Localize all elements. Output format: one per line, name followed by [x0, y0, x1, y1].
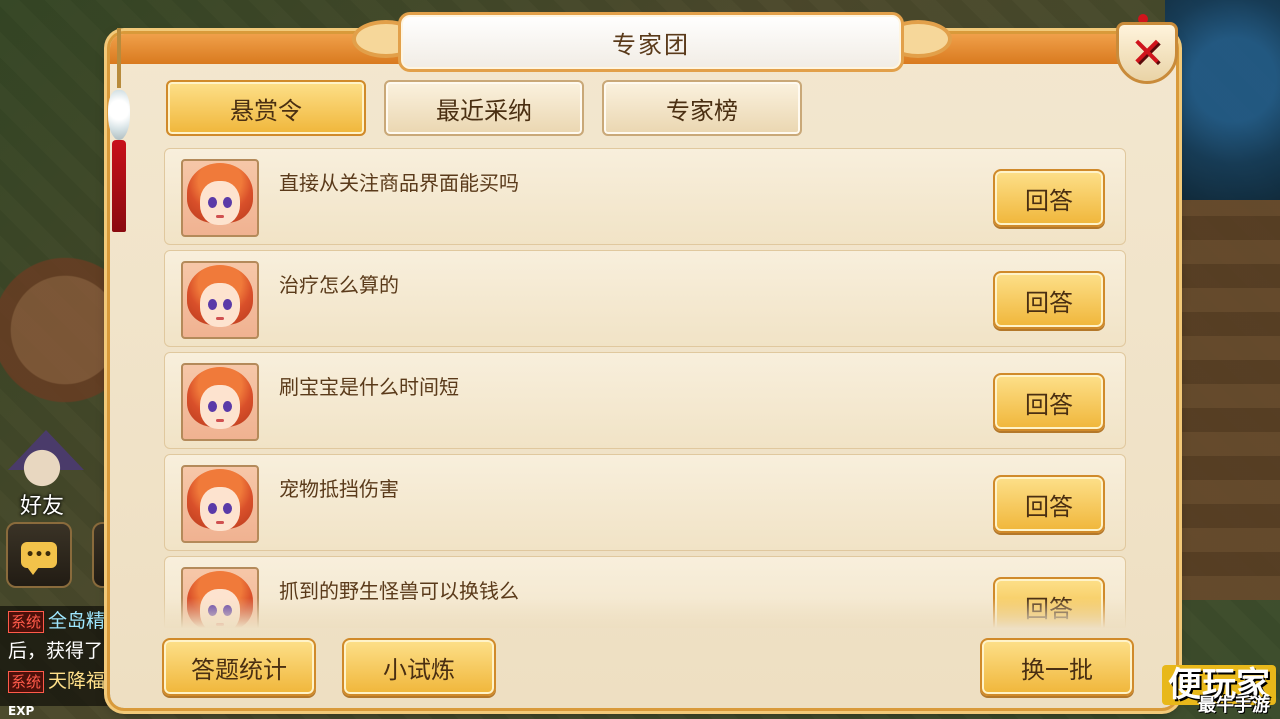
chat-message: 后，获得了 — [8, 640, 104, 662]
jade-pendant-icon — [108, 90, 130, 140]
chat-line: 后，获得了 — [0, 636, 128, 666]
question-row: 刷宝宝是什么时间短 回答 — [164, 352, 1126, 449]
title-banner: 专家团 — [398, 12, 904, 72]
asker-avatar[interactable] — [181, 159, 259, 237]
friend-avatar[interactable] — [6, 432, 78, 492]
question-row: 直接从关注商品界面能买吗 回答 — [164, 148, 1126, 245]
trial-button[interactable]: 小试炼 — [342, 638, 496, 696]
answer-stats-button[interactable]: 答题统计 — [162, 638, 316, 696]
question-text: 刷宝宝是什么时间短 — [279, 375, 459, 399]
list-scroll-fade — [164, 598, 1126, 628]
answer-button[interactable]: 回答 — [993, 169, 1105, 227]
question-text: 直接从关注商品界面能买吗 — [279, 171, 519, 195]
background-crates-decoration — [1160, 200, 1280, 600]
system-tag: 系统 — [8, 610, 45, 633]
tab-expert-ranking[interactable]: 专家榜 — [602, 80, 802, 136]
refresh-batch-button[interactable]: 换一批 — [980, 638, 1134, 696]
question-text: 宠物抵挡伤害 — [279, 477, 399, 501]
answer-button[interactable]: 回答 — [993, 271, 1105, 329]
panel-title: 专家团 — [612, 30, 690, 59]
answer-button[interactable]: 回答 — [993, 373, 1105, 431]
asker-avatar[interactable] — [181, 261, 259, 339]
chat-message: 全岛精 — [48, 610, 106, 632]
chat-bubble-icon: ••• — [21, 542, 57, 575]
question-list[interactable]: 直接从关注商品界面能买吗 回答 治疗怎么算的 回答 刷宝宝是什么时间短 回答 宠… — [164, 148, 1126, 628]
watermark-slogan: 最牛手游 — [1198, 695, 1270, 716]
answer-button[interactable]: 回答 — [993, 475, 1105, 533]
chat-line: 系统 天降福 — [0, 666, 128, 696]
red-tassel-icon — [112, 140, 126, 232]
chat-message: 天降福 — [48, 670, 106, 692]
tab-bounty[interactable]: 悬赏令 — [166, 80, 366, 136]
pendant-string — [117, 28, 121, 88]
exp-label: EXP — [8, 704, 35, 718]
question-row: 宠物抵挡伤害 回答 — [164, 454, 1126, 551]
friend-label[interactable]: 好友 — [20, 488, 64, 520]
close-button[interactable]: ✕ — [1116, 22, 1178, 84]
system-tag: 系统 — [8, 670, 45, 693]
chat-button[interactable]: ••• — [6, 522, 72, 588]
tab-recently-adopted[interactable]: 最近采纳 — [384, 80, 584, 136]
asker-avatar[interactable] — [181, 363, 259, 441]
asker-avatar[interactable] — [181, 465, 259, 543]
question-text: 治疗怎么算的 — [279, 273, 399, 297]
watermark-logo: 便玩家 最牛手游 — [1148, 665, 1276, 717]
background-water-decoration — [1165, 0, 1280, 200]
chat-line: 系统 全岛精 — [0, 606, 128, 636]
question-row: 治疗怎么算的 回答 — [164, 250, 1126, 347]
chat-log[interactable]: 系统 全岛精 后，获得了 系统 天降福 — [0, 606, 128, 706]
close-icon: ✕ — [1130, 30, 1164, 76]
